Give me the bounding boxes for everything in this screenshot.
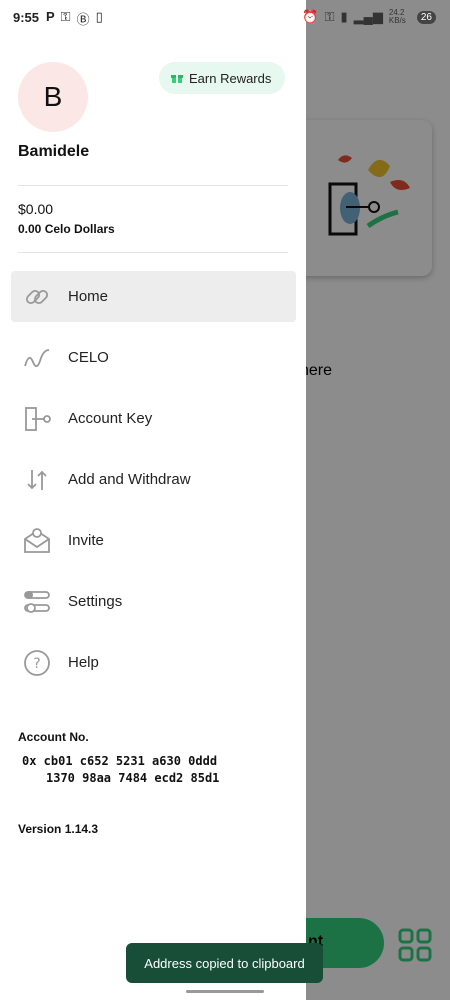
account-number-label: Account No. bbox=[18, 730, 89, 744]
earn-rewards-button[interactable]: Earn Rewards bbox=[159, 62, 286, 94]
avatar-initial: B bbox=[43, 81, 63, 112]
app-version: Version 1.14.3 bbox=[18, 822, 99, 836]
divider bbox=[18, 185, 288, 186]
key-status-icon: ⚿ bbox=[60, 9, 71, 24]
envelope-icon bbox=[24, 528, 50, 553]
menu-item-help[interactable]: ? Help bbox=[11, 637, 296, 688]
account-number-line1[interactable]: 0x cb01 c652 5231 a630 0ddd bbox=[22, 754, 217, 768]
divider bbox=[18, 252, 288, 253]
arrows-updown-icon bbox=[27, 470, 47, 490]
wave-icon bbox=[24, 349, 50, 368]
help-icon: ? bbox=[24, 650, 50, 676]
key-icon bbox=[25, 407, 51, 431]
navigation-drawer: 9:55 P ⚿ Ⓑ ▯ B Bamidele Earn Rewards $0.… bbox=[0, 0, 306, 1000]
menu-item-invite[interactable]: Invite bbox=[11, 515, 296, 566]
menu-label-home: Home bbox=[68, 288, 109, 305]
menu-item-home[interactable]: Home bbox=[11, 271, 296, 322]
svg-text:?: ? bbox=[33, 656, 40, 672]
menu-item-add-withdraw[interactable]: Add and Withdraw bbox=[11, 454, 296, 505]
menu-label-invite: Invite bbox=[68, 532, 104, 549]
sliders-icon bbox=[24, 591, 50, 613]
balance-celo-dollars: 0.00 Celo Dollars bbox=[18, 222, 115, 236]
account-number-line2[interactable]: 1370 98aa 7484 ecd2 85d1 bbox=[46, 771, 219, 785]
menu-item-settings[interactable]: Settings bbox=[11, 576, 296, 627]
gesture-nav-handle[interactable] bbox=[186, 990, 264, 993]
user-name: Bamidele bbox=[18, 143, 90, 160]
p-app-icon: P bbox=[46, 9, 55, 24]
gift-icon bbox=[171, 75, 183, 83]
phone-status-icon: ▯ bbox=[95, 9, 103, 24]
menu-item-account-key[interactable]: Account Key bbox=[11, 393, 296, 444]
toast-message: Address copied to clipboard bbox=[126, 943, 323, 983]
menu-item-celo[interactable]: CELO bbox=[11, 332, 296, 383]
toast-text: Address copied to clipboard bbox=[144, 955, 305, 971]
earn-rewards-label: Earn Rewards bbox=[189, 70, 272, 86]
balance-amount: $0.00 bbox=[18, 201, 54, 217]
menu-label-settings: Settings bbox=[68, 593, 123, 610]
menu-label-account-key: Account Key bbox=[68, 410, 153, 427]
status-bar: 9:55 P ⚿ Ⓑ ▯ bbox=[0, 0, 450, 34]
menu-label-add-withdraw: Add and Withdraw bbox=[68, 471, 191, 488]
menu-label-celo: CELO bbox=[68, 349, 109, 366]
b-app-icon: Ⓑ bbox=[76, 12, 90, 27]
link-icon bbox=[25, 289, 49, 305]
status-time: 9:55 bbox=[13, 10, 40, 25]
avatar[interactable]: B bbox=[18, 62, 88, 132]
menu-label-help: Help bbox=[68, 654, 99, 671]
